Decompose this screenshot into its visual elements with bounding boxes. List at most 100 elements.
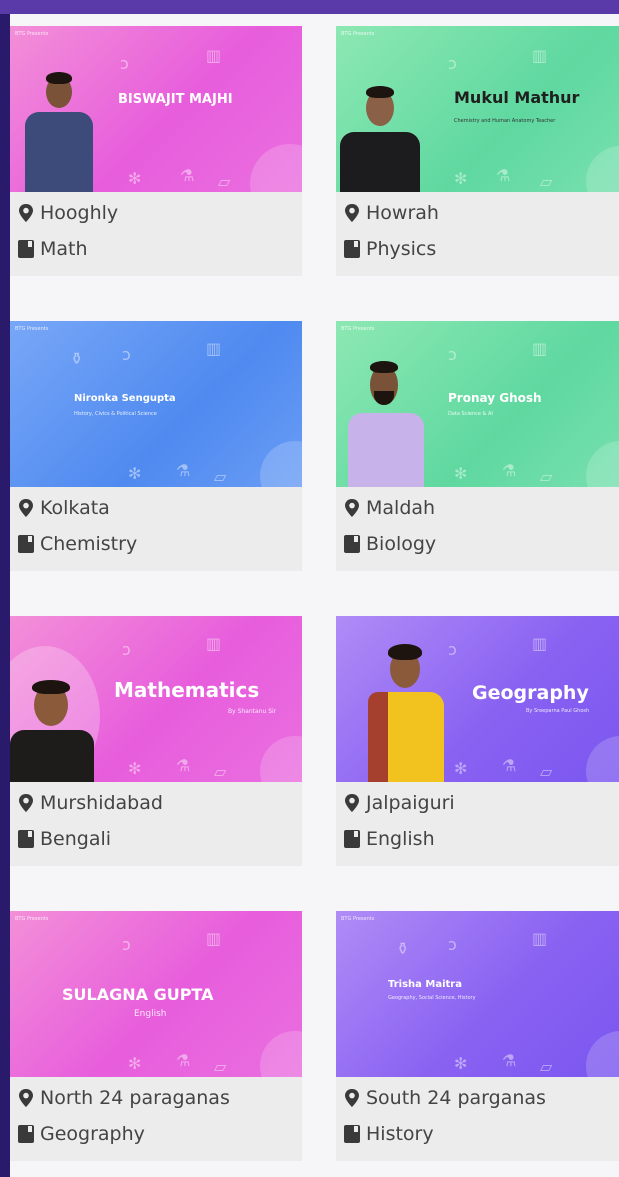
location-row: Jalpaiguri: [344, 788, 455, 818]
tutor-banner-subtitle: Geography, Social Science, History: [388, 995, 476, 1001]
calculator-icon: ▥: [206, 46, 222, 65]
tutor-banner-subtitle: Data Science & AI: [448, 411, 493, 417]
subject-row: Biology: [344, 529, 436, 559]
subject-text: English: [366, 828, 435, 850]
map-marker-icon: [18, 794, 34, 812]
book-icon: [344, 830, 360, 848]
tutor-banner-title: SULAGNA GUPTA: [62, 985, 214, 1004]
ruler-icon: ▱: [540, 1057, 553, 1076]
tutor-photo: [10, 654, 94, 782]
tutor-photo: [22, 64, 96, 192]
atom-icon: ✻: [128, 759, 142, 778]
ruler-icon: ▱: [540, 467, 553, 486]
formula-icon: ↄ: [448, 935, 457, 954]
tutor-photo: [346, 347, 426, 487]
book-icon: [344, 240, 360, 258]
tutor-banner: BTG Presents ⚱ ↄ ▥ ✻ ⚗ ▱ Trisha Maitra G…: [336, 911, 619, 1077]
tutor-banner: BTG Presents ↄ ▥ ✻ ⚗ ▱ Pronay Ghosh Data…: [336, 321, 619, 487]
tutor-banner: BTG Presents ↄ ▥ ✻ ⚗ ▱ Mukul Mathur Chem…: [336, 26, 619, 192]
atom-icon: ✻: [454, 464, 468, 483]
presents-label: BTG Presents: [341, 916, 375, 922]
book-icon: [344, 535, 360, 553]
subject-text: History: [366, 1123, 434, 1145]
lab-icon: ⚗: [176, 461, 191, 480]
location-text: Hooghly: [40, 202, 119, 224]
tutor-card[interactable]: ↄ ▥ ✻ ⚗ ▱ Geography By Sreeparna Paul Gh…: [336, 616, 619, 866]
tutor-banner: ↄ ▥ ✻ ⚗ ▱ Geography By Sreeparna Paul Gh…: [336, 616, 619, 782]
ruler-icon: ▱: [214, 1057, 227, 1076]
tutor-info: North 24 paraganas Geography: [10, 1077, 302, 1161]
formula-icon: ↄ: [122, 935, 131, 954]
tutor-card[interactable]: BTG Presents ↄ ▥ ✻ ⚗ ▱ SULAGNA GUPTA Eng…: [10, 911, 302, 1161]
map-marker-icon: [344, 204, 360, 222]
ruler-icon: ▱: [540, 172, 553, 191]
location-text: Jalpaiguri: [366, 792, 455, 814]
map-marker-icon: [18, 204, 34, 222]
location-text: South 24 parganas: [366, 1087, 546, 1109]
lab-icon: ⚗: [496, 166, 511, 185]
subject-row: History: [344, 1119, 434, 1149]
ruler-icon: ▱: [218, 172, 231, 191]
tutor-banner-subtitle: History, Civics & Political Science: [74, 411, 157, 417]
atom-icon: ✻: [454, 1054, 468, 1073]
tutor-banner: BTG Presents ↄ ▥ ✻ ⚗ ▱ SULAGNA GUPTA Eng…: [10, 911, 302, 1077]
map-marker-icon: [344, 499, 360, 517]
location-text: North 24 paraganas: [40, 1087, 230, 1109]
subject-text: Chemistry: [40, 533, 138, 555]
tutor-card[interactable]: ↄ ▥ ✻ ⚗ ▱ Mathematics By Shantanu Sir Mu…: [10, 616, 302, 866]
subject-row: Physics: [344, 234, 436, 264]
calculator-icon: ▥: [206, 929, 222, 948]
tutor-banner-title: Trisha Maitra: [388, 979, 462, 990]
location-row: South 24 parganas: [344, 1083, 546, 1113]
formula-icon: ↄ: [120, 54, 129, 73]
tutor-card[interactable]: BTG Presents ↄ ▥ ✻ ⚗ ▱ BISWAJIT MAJHI Ho…: [10, 26, 302, 276]
tutor-info: Maldah Biology: [336, 487, 619, 571]
tutor-card[interactable]: BTG Presents ↄ ▥ ✻ ⚗ ▱ Mukul Mathur Chem…: [336, 26, 619, 276]
location-row: Howrah: [344, 198, 439, 228]
subject-text: Bengali: [40, 828, 112, 850]
lab-icon: ⚗: [502, 756, 517, 775]
map-marker-icon: [344, 794, 360, 812]
tutor-card[interactable]: BTG Presents ⚱ ↄ ▥ ✻ ⚗ ▱ Trisha Maitra G…: [336, 911, 619, 1161]
tutor-info: South 24 parganas History: [336, 1077, 619, 1161]
lab-icon: ⚗: [176, 756, 191, 775]
subject-text: Biology: [366, 533, 437, 555]
formula-icon: ↄ: [122, 640, 131, 659]
subject-row: English: [344, 824, 435, 854]
lab-icon: ⚗: [176, 1051, 191, 1070]
location-text: Maldah: [366, 497, 436, 519]
tutor-card[interactable]: BTG Presents ↄ ▥ ✻ ⚗ ▱ Pronay Ghosh Data…: [336, 321, 619, 571]
calculator-icon: ▥: [532, 929, 548, 948]
tutor-card[interactable]: BTG Presents ⚱ ↄ ▥ ✻ ⚗ ▱ Nironka Sengupt…: [10, 321, 302, 571]
calculator-icon: ▥: [206, 634, 222, 653]
tutor-info: Murshidabad Bengali: [10, 782, 302, 866]
tutor-banner-subtitle: Chemistry and Human Anatomy Teacher: [454, 118, 556, 124]
location-row: Kolkata: [18, 493, 110, 523]
subject-row: Geography: [18, 1119, 145, 1149]
ruler-icon: ▱: [214, 762, 227, 781]
map-marker-icon: [344, 1089, 360, 1107]
location-text: Howrah: [366, 202, 439, 224]
calculator-icon: ▥: [532, 46, 548, 65]
ruler-icon: ▱: [540, 762, 553, 781]
book-icon: [18, 240, 34, 258]
subject-text: Math: [40, 238, 88, 260]
tutor-banner-title: Nironka Sengupta: [74, 393, 176, 404]
ruler-icon: ▱: [214, 467, 227, 486]
tutor-banner: BTG Presents ⚱ ↄ ▥ ✻ ⚗ ▱ Nironka Sengupt…: [10, 321, 302, 487]
tutor-banner-title: Pronay Ghosh: [448, 391, 542, 405]
tutor-photo: [364, 632, 448, 782]
subject-row: Bengali: [18, 824, 111, 854]
tutor-grid: BTG Presents ↄ ▥ ✻ ⚗ ▱ BISWAJIT MAJHI Ho…: [10, 14, 619, 1177]
atom-icon: ✻: [128, 464, 142, 483]
book-icon: [344, 1125, 360, 1143]
formula-icon: ↄ: [448, 54, 457, 73]
subject-row: Chemistry: [18, 529, 137, 559]
location-row: Maldah: [344, 493, 435, 523]
location-row: North 24 paraganas: [18, 1083, 230, 1113]
book-icon: [18, 1125, 34, 1143]
tutor-banner-title: BISWAJIT MAJHI: [118, 92, 233, 107]
presents-label: BTG Presents: [15, 31, 49, 37]
location-row: Hooghly: [18, 198, 118, 228]
presents-label: BTG Presents: [341, 31, 375, 37]
